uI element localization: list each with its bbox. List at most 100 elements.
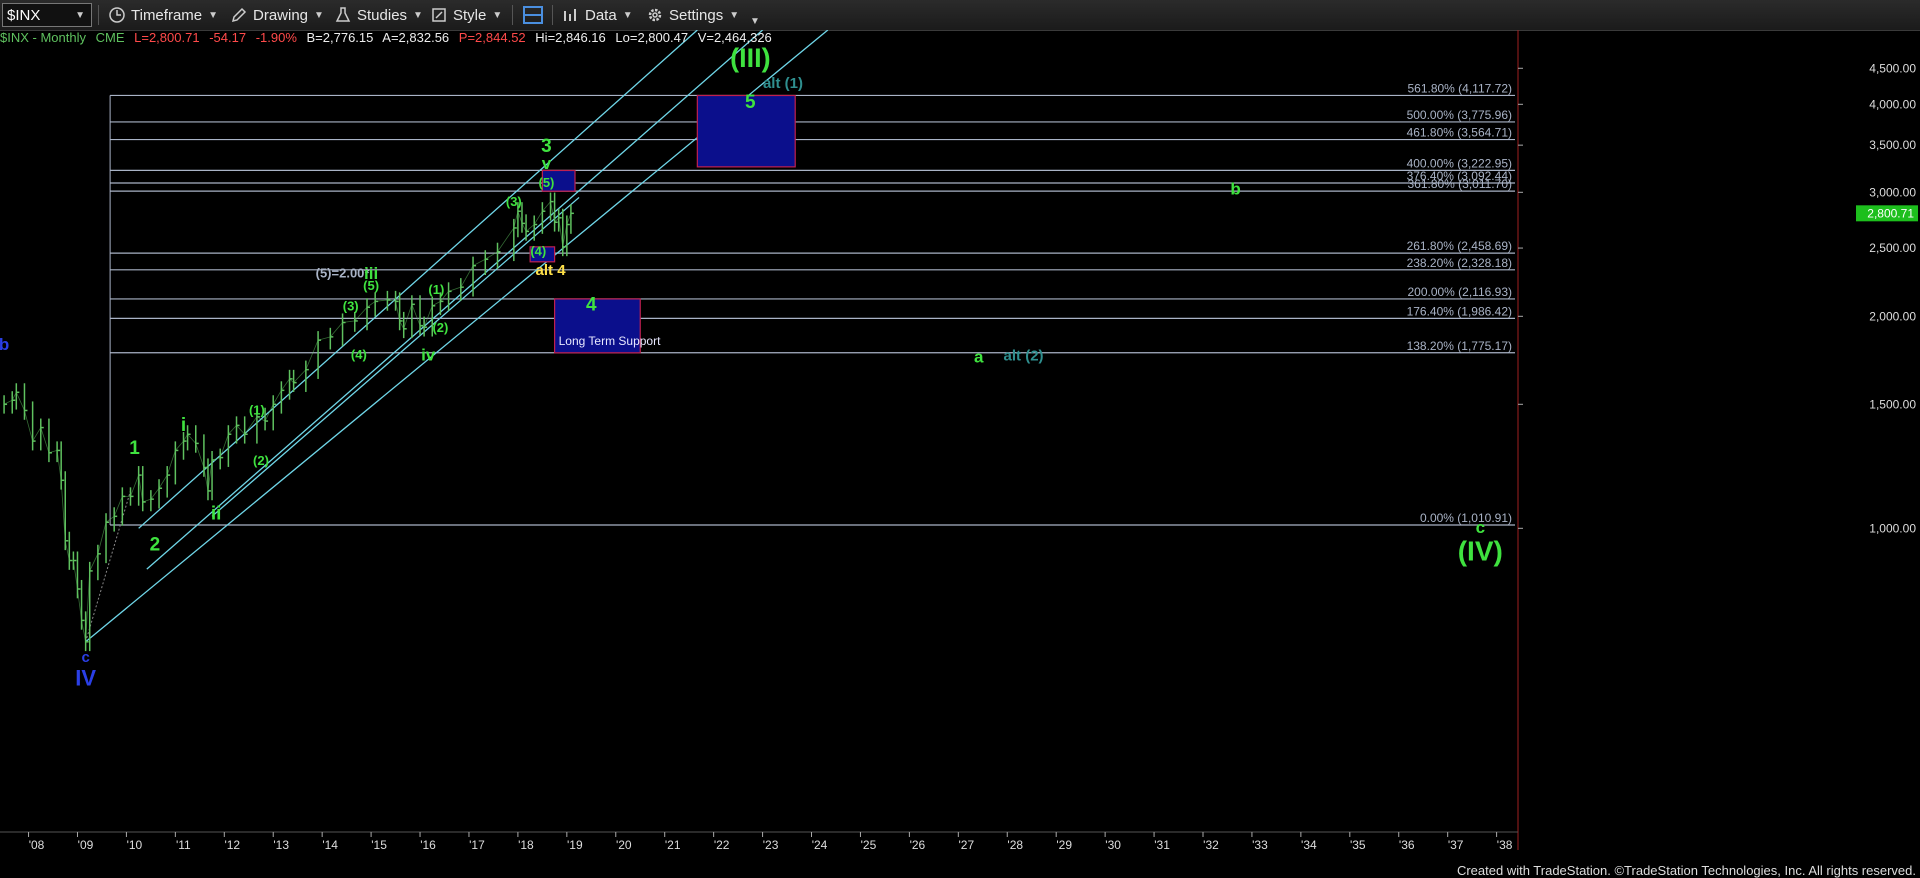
wave-label: (4): [351, 347, 367, 362]
x-tick-label: '11: [176, 838, 191, 850]
wave-label: i: [181, 415, 186, 436]
fib-level-label: 200.00% (2,116.93): [1407, 285, 1512, 299]
x-tick-label: '30: [1105, 838, 1121, 850]
toolbar-divider: [98, 5, 99, 25]
price-chart[interactable]: 561.80% (4,117.72) 500.00% (3,775.96) 461.…: [0, 30, 1920, 850]
y-tick-label: 4,500.00: [1869, 61, 1916, 75]
x-tick-label: '25: [861, 838, 877, 850]
chevron-down-icon: ▼: [413, 9, 423, 21]
symbol-selector[interactable]: $INX ▼: [2, 3, 92, 27]
x-tick-label: '36: [1399, 838, 1415, 850]
wave-label: (1): [249, 403, 265, 418]
fib-level-label: 261.80% (2,458.69): [1407, 239, 1512, 253]
fib-level-label: 361.80% (3,011.70): [1407, 177, 1512, 191]
flask-icon: [335, 7, 351, 22]
x-tick-label: '32: [1203, 838, 1219, 850]
layout-button[interactable]: [522, 4, 544, 26]
drawing-label: Drawing: [253, 6, 309, 24]
wave-label: (3): [506, 194, 522, 209]
wave-label: v: [542, 154, 552, 173]
x-tick-label: '18: [518, 838, 534, 850]
wave-label: (5): [539, 175, 555, 190]
style-icon: [432, 8, 446, 22]
x-tick-label: '33: [1252, 838, 1268, 850]
x-tick-label: '37: [1448, 838, 1464, 850]
trend-channel-line: [211, 196, 580, 517]
studies-button[interactable]: Studies ▼: [334, 4, 423, 26]
toolbar-overflow[interactable]: ▼: [744, 10, 760, 32]
toolbar: $INX ▼ Timeframe ▼ Drawing ▼ Studies ▼ Styl…: [0, 0, 1920, 31]
wave-label: iv: [421, 346, 436, 365]
x-tick-label: '16: [420, 838, 436, 850]
copyright-footer: Created with TradeStation. ©TradeStation…: [1456, 863, 1916, 878]
x-tick-label: '20: [616, 838, 632, 850]
data-button[interactable]: Data ▼: [562, 4, 633, 26]
high-price: Hi=2,846.16: [535, 30, 606, 45]
fib-level-label: 238.20% (2,328.18): [1407, 256, 1512, 270]
wave-label: alt (1): [763, 75, 803, 92]
y-tick-label: 3,000.00: [1869, 185, 1916, 199]
fib-level-label: 561.80% (4,117.72): [1407, 81, 1512, 95]
x-tick-label: '17: [469, 838, 485, 850]
settings-button[interactable]: Settings ▼: [646, 4, 739, 26]
x-tick-label: '12: [224, 838, 240, 850]
chevron-down-icon: ▼: [314, 9, 324, 21]
x-tick-label: '09: [78, 838, 94, 850]
wave-label: b: [1230, 179, 1240, 198]
wave-label: (2): [253, 453, 269, 468]
fib-level-label: 138.20% (1,775.17): [1407, 339, 1512, 353]
x-tick-label: '31: [1154, 838, 1170, 850]
wave-label: c: [81, 649, 89, 666]
wave-label: (1): [428, 282, 444, 297]
x-tick-label: '13: [273, 838, 289, 850]
symbol-text: $INX: [7, 6, 41, 24]
y-tick-label: 3,500.00: [1869, 138, 1916, 152]
trend-channel-line: [138, 30, 698, 529]
y-tick-label: 4,000.00: [1869, 97, 1916, 111]
drawing-button[interactable]: Drawing ▼: [230, 4, 324, 26]
chevron-down-icon: ▼: [750, 15, 760, 27]
x-tick-label: '29: [1056, 838, 1072, 850]
x-tick-label: '35: [1350, 838, 1366, 850]
y-tick-label: 1,500.00: [1869, 397, 1916, 411]
x-tick-label: '21: [665, 838, 681, 850]
settings-label: Settings: [669, 6, 724, 24]
wave-label: alt 4: [536, 262, 567, 279]
style-button[interactable]: Style ▼: [430, 4, 502, 26]
timeframe-label: Timeframe: [131, 6, 203, 24]
ask-price: A=2,832.56: [382, 30, 450, 45]
wave-label: 1: [129, 438, 140, 459]
fib-level-label: 0.00% (1,010.91): [1420, 511, 1512, 525]
x-tick-label: '38: [1497, 838, 1513, 850]
wave-label: c: [1476, 518, 1485, 537]
fib-level-label: 176.40% (1,986.42): [1407, 304, 1512, 318]
toolbar-divider: [552, 5, 553, 25]
wave-label: 5: [745, 92, 756, 113]
y-tick-label: 1,000.00: [1869, 521, 1916, 535]
volume: V=2,464,326: [697, 30, 772, 45]
x-tick-label: '28: [1007, 838, 1023, 850]
wave-label: (3): [343, 298, 359, 313]
y-tick-label: 2,000.00: [1869, 309, 1916, 323]
x-tick-label: '24: [812, 838, 828, 850]
wave-label: (5): [363, 278, 379, 293]
wave-label: (IV): [1458, 536, 1503, 567]
x-tick-label: '19: [567, 838, 583, 850]
wave-label: alt (2): [1004, 348, 1044, 365]
style-label: Style: [453, 6, 487, 24]
clock-icon: [109, 7, 125, 23]
last-price: L=2,800.71: [134, 30, 200, 45]
x-tick-label: '22: [714, 838, 730, 850]
x-tick-label: '34: [1301, 838, 1317, 850]
x-tick-label: '15: [371, 838, 387, 850]
x-tick-label: '26: [910, 838, 926, 850]
x-tick-label: '27: [958, 838, 974, 850]
timeframe-button[interactable]: Timeframe ▼: [108, 4, 218, 26]
x-tick-label: '10: [127, 838, 143, 850]
x-tick-label: '23: [763, 838, 779, 850]
wave-label: (2): [432, 320, 448, 335]
wave-label: 4: [586, 294, 597, 315]
fib-level-label: 461.80% (3,564.71): [1407, 126, 1512, 140]
chevron-down-icon: ▼: [492, 9, 503, 21]
exchange: CME: [95, 30, 125, 45]
